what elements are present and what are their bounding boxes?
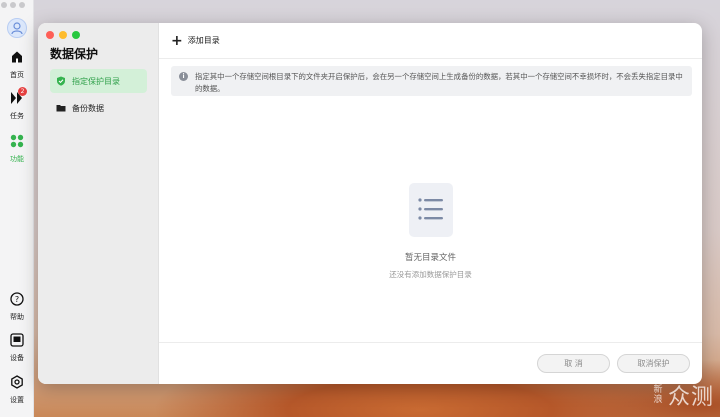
nav-home[interactable]: 首页: [0, 49, 34, 80]
tasks-badge: 2: [18, 87, 27, 96]
svg-text:?: ?: [15, 295, 19, 304]
app-nav-bar: 首页 2 任务 功能 ? 帮助 设备 设置: [0, 0, 34, 417]
folder-icon: [56, 105, 66, 112]
watermark-small: 新浪: [653, 385, 663, 405]
list-icon: [408, 183, 453, 237]
empty-title: 暂无目录文件: [404, 253, 456, 263]
nav-settings-label: 设置: [10, 396, 24, 404]
nav-device[interactable]: 设备: [0, 332, 34, 363]
add-directory-label: 添加目录: [187, 36, 220, 45]
shield-check-icon: [57, 76, 65, 86]
settings-icon: [11, 375, 23, 389]
nav-settings[interactable]: 设置: [0, 374, 34, 405]
close-button[interactable]: [46, 31, 54, 39]
nav-help[interactable]: ? 帮助: [0, 291, 34, 322]
empty-state: 暂无目录文件 还没有添加数据保护目录: [159, 183, 702, 280]
nav-home-label: 首页: [10, 71, 24, 79]
minimize-button[interactable]: [59, 31, 67, 39]
nav-features[interactable]: 功能: [0, 133, 34, 164]
nav-features-label: 功能: [10, 155, 24, 163]
sidebar-title: 数据保护: [50, 47, 99, 61]
nav-help-label: 帮助: [10, 313, 24, 321]
home-icon: [12, 51, 22, 63]
watermark-big: 众测: [667, 385, 714, 410]
grid-icon: [10, 134, 24, 148]
info-banner: i 指定其中一个存储空间根目录下的文件夹开启保护后，会在另一个存储空间上生成备份…: [171, 66, 692, 96]
nav-tasks[interactable]: 2 任务: [0, 87, 34, 121]
sidebar: 数据保护 指定保护目录 备份数据: [38, 23, 159, 384]
user-icon: [11, 22, 23, 35]
sidebar-item-protected-dirs[interactable]: 指定保护目录: [50, 69, 147, 93]
info-icon: i: [179, 72, 188, 81]
data-protection-window: 数据保护 指定保护目录 备份数据 + 添加目录 i 指定其中一个存储空间根目录下…: [38, 23, 702, 384]
main-content: + 添加目录 i 指定其中一个存储空间根目录下的文件夹开启保护后，会在另一个存储…: [159, 23, 702, 384]
sidebar-item-backup-data[interactable]: 备份数据: [50, 96, 147, 120]
toolbar: + 添加目录: [159, 23, 702, 59]
window-controls: [46, 31, 80, 39]
help-icon: ?: [10, 292, 24, 306]
watermark: 新浪 众测: [652, 379, 714, 411]
nav-device-label: 设备: [10, 354, 24, 362]
nav-tasks-label: 任务: [10, 112, 24, 120]
plus-icon: +: [171, 32, 183, 49]
footer: 取 消 取消保护: [159, 342, 702, 384]
sidebar-item-label: 备份数据: [72, 103, 104, 113]
sidebar-item-label: 指定保护目录: [72, 76, 120, 86]
window-dots: [1, 2, 25, 8]
avatar[interactable]: [7, 18, 27, 38]
info-text: 指定其中一个存储空间根目录下的文件夹开启保护后，会在另一个存储空间上生成备份的数…: [195, 72, 683, 93]
device-icon: [10, 333, 24, 347]
cancel-button[interactable]: 取 消: [537, 354, 610, 373]
add-directory-button[interactable]: + 添加目录: [171, 34, 220, 48]
empty-subtitle: 还没有添加数据保护目录: [389, 270, 472, 279]
maximize-button[interactable]: [72, 31, 80, 39]
cancel-protection-button[interactable]: 取消保护: [617, 354, 690, 373]
